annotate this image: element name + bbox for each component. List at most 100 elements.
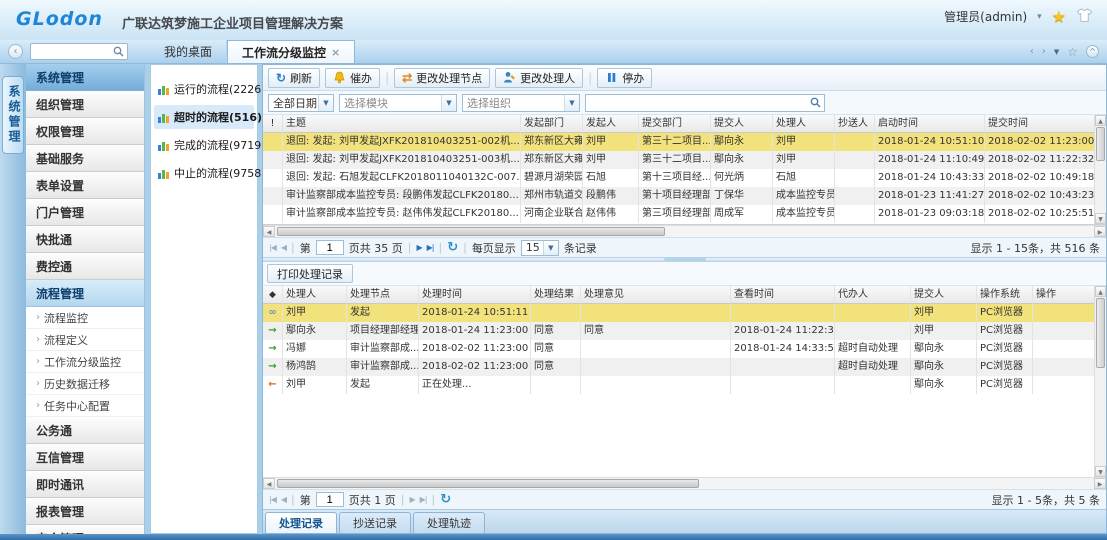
sidebar-group-快批通[interactable]: 快批通 <box>26 226 144 253</box>
last-page-icon[interactable]: ▶| <box>420 495 427 504</box>
scroll-up-icon[interactable]: ▲ <box>1095 286 1106 297</box>
scroll-left-icon[interactable]: ◀ <box>263 478 275 489</box>
sidebar-group-表单设置[interactable]: 表单设置 <box>26 172 144 199</box>
tab-工作流分级监控[interactable]: 工作流分级监控× <box>227 40 355 63</box>
column-header-提交部门[interactable]: 提交部门 <box>639 115 711 133</box>
search-icon[interactable] <box>807 97 824 108</box>
last-page-icon[interactable]: ▶| <box>427 243 434 252</box>
sidebar-group-互信管理[interactable]: 互信管理 <box>26 444 144 471</box>
table-row[interactable]: ∞刘甲发起2018-01-24 10:51:11刘甲PC浏览器 <box>263 304 1094 322</box>
sidebar-group-门户管理[interactable]: 门户管理 <box>26 199 144 226</box>
scroll-tabs-right-icon[interactable]: › <box>1042 46 1046 57</box>
page-number-input[interactable] <box>316 240 344 255</box>
prev-page-icon[interactable]: ◀ <box>281 495 286 504</box>
toolbar-button-更改处理节点[interactable]: ⇄更改处理节点 <box>394 68 490 88</box>
sidebar-group-费控通[interactable]: 费控通 <box>26 253 144 280</box>
sidebar-item-历史数据迁移[interactable]: ›历史数据迁移 <box>26 373 144 395</box>
sidebar-item-流程定义[interactable]: ›流程定义 <box>26 329 144 351</box>
first-page-icon[interactable]: |◀ <box>269 243 276 252</box>
column-header-启动时间[interactable]: 启动时间 <box>875 115 985 133</box>
column-header-主题[interactable]: 主题 <box>283 115 521 133</box>
record-grid-hscrollbar[interactable]: ◀ ▶ <box>263 477 1106 489</box>
org-filter-select[interactable]: 选择组织 ▼ <box>462 94 580 112</box>
search-icon[interactable] <box>110 46 127 57</box>
priority-column-header[interactable]: ◆ <box>263 286 283 304</box>
table-row[interactable]: 审计监察部成本监控专员: 赵伟伟发起CLFK20180...河南企业联合...赵… <box>263 205 1094 223</box>
column-header-提交人[interactable]: 提交人 <box>711 115 773 133</box>
column-header-发起人[interactable]: 发起人 <box>583 115 639 133</box>
column-header-发起部门[interactable]: 发起部门 <box>521 115 583 133</box>
sidebar-item-任务中心配置[interactable]: ›任务中心配置 <box>26 395 144 417</box>
process-item-运行的流程(2226)[interactable]: 运行的流程(2226) <box>154 77 254 101</box>
print-records-button[interactable]: 打印处理记录 <box>267 264 353 283</box>
scroll-down-icon[interactable]: ▼ <box>1095 213 1106 224</box>
column-header-处理节点[interactable]: 处理节点 <box>347 286 419 304</box>
process-item-完成的流程(97196)[interactable]: 完成的流程(97196) <box>154 133 254 157</box>
table-row[interactable]: →杨鸿鹄审计监察部成...2018-02-02 11:23:00同意超时自动处理… <box>263 358 1094 376</box>
process-item-中止的流程(9758)[interactable]: 中止的流程(9758) <box>154 161 254 185</box>
sidebar-group-权限管理[interactable]: 权限管理 <box>26 118 144 145</box>
priority-column-header[interactable]: ! <box>263 115 283 133</box>
table-row[interactable]: →鄢向永项目经理部经理2018-01-24 11:23:00同意同意2018-0… <box>263 322 1094 340</box>
record-tab-处理记录[interactable]: 处理记录 <box>265 512 337 533</box>
favorite-outline-star-icon[interactable]: ☆ <box>1067 45 1078 59</box>
column-header-处理人[interactable]: 处理人 <box>773 115 835 133</box>
column-header-操作[interactable]: 操作 <box>1033 286 1094 304</box>
splitter-handle[interactable] <box>664 258 706 261</box>
column-header-抄送人[interactable]: 抄送人 <box>835 115 875 133</box>
sidebar-item-工作流分级监控[interactable]: ›工作流分级监控 <box>26 351 144 373</box>
reload-grid-icon[interactable]: ↻ <box>447 240 458 255</box>
sidebar-item-流程监控[interactable]: ›流程监控 <box>26 307 144 329</box>
per-page-select[interactable]: 15 ▼ <box>521 240 559 256</box>
table-row[interactable]: 审计监察部成本监控专员: 段鹏伟发起CLFK20180...郑州市轨道交...段… <box>263 187 1094 205</box>
table-row[interactable]: →冯娜审计监察部成...2018-02-02 11:23:00同意2018-01… <box>263 340 1094 358</box>
toolbar-button-刷新[interactable]: ↻刷新 <box>268 68 320 88</box>
column-header-处理人[interactable]: 处理人 <box>283 286 347 304</box>
toolbar-button-停办[interactable]: 停办 <box>597 68 652 88</box>
tab-我的桌面[interactable]: 我的桌面 <box>150 40 227 63</box>
user-dropdown-caret-icon[interactable]: ▾ <box>1037 12 1042 22</box>
sidebar-group-安全管理[interactable]: 安全管理 <box>26 525 144 534</box>
scroll-down-icon[interactable]: ▼ <box>1095 466 1106 477</box>
date-filter-select[interactable]: 全部日期 ▼ <box>268 94 334 112</box>
column-header-处理时间[interactable]: 处理时间 <box>419 286 531 304</box>
workflow-grid-hscrollbar[interactable]: ◀ ▶ <box>263 225 1106 237</box>
column-header-处理意见[interactable]: 处理意见 <box>581 286 731 304</box>
menu-search-input[interactable] <box>31 45 110 58</box>
column-header-查看时间[interactable]: 查看时间 <box>731 286 835 304</box>
sidebar-group-流程管理[interactable]: 流程管理 <box>26 280 144 307</box>
column-header-处理结果[interactable]: 处理结果 <box>531 286 581 304</box>
vertical-tab-system-management[interactable]: 系统管理 <box>2 76 24 154</box>
next-page-icon[interactable]: ▶ <box>416 243 421 252</box>
sidebar-group-报表管理[interactable]: 报表管理 <box>26 498 144 525</box>
first-page-icon[interactable]: |◀ <box>269 495 276 504</box>
record-grid-vscrollbar[interactable]: ▲ ▼ <box>1094 286 1106 477</box>
prev-page-icon[interactable]: ◀ <box>281 243 286 252</box>
process-item-超时的流程(516)[interactable]: 超时的流程(516) <box>154 105 254 129</box>
column-header-操作系统[interactable]: 操作系统 <box>977 286 1033 304</box>
scroll-up-icon[interactable]: ▲ <box>1095 115 1106 126</box>
reload-grid-icon[interactable]: ↻ <box>440 492 451 507</box>
close-tab-icon[interactable]: × <box>331 46 340 59</box>
toolbar-button-催办[interactable]: 催办 <box>325 68 380 88</box>
table-row[interactable]: 退回: 发起: 石旭发起CLFK2018011040132C-007...碧源月… <box>263 169 1094 187</box>
record-tab-抄送记录[interactable]: 抄送记录 <box>339 512 411 533</box>
sidebar-group-公务通[interactable]: 公务通 <box>26 417 144 444</box>
keyword-search-input[interactable] <box>586 96 807 110</box>
scroll-right-icon[interactable]: ▶ <box>1094 478 1106 489</box>
collapse-header-icon[interactable]: ^ <box>1086 45 1099 58</box>
back-icon[interactable]: ‹ <box>8 44 23 59</box>
module-filter-select[interactable]: 选择模块 ▼ <box>339 94 457 112</box>
table-row[interactable]: ←刘甲发起正在处理...鄢向永PC浏览器 <box>263 376 1094 394</box>
vscroll-thumb[interactable] <box>1096 298 1105 368</box>
scroll-tabs-left-icon[interactable]: ‹ <box>1030 46 1034 57</box>
user-label[interactable]: 管理员(admin) <box>944 8 1027 25</box>
record-tab-处理轨迹[interactable]: 处理轨迹 <box>413 512 485 533</box>
hscroll-thumb[interactable] <box>277 227 665 236</box>
panel-splitter[interactable] <box>263 257 1106 262</box>
scroll-right-icon[interactable]: ▶ <box>1094 226 1106 237</box>
column-header-提交人[interactable]: 提交人 <box>911 286 977 304</box>
tab-list-caret-icon[interactable]: ▼ <box>1054 48 1059 56</box>
column-header-提交时间[interactable]: 提交时间 <box>985 115 1094 133</box>
table-row[interactable]: 退回: 发起: 刘甲发起JXFK201810403251-003机...郑东新区… <box>263 151 1094 169</box>
